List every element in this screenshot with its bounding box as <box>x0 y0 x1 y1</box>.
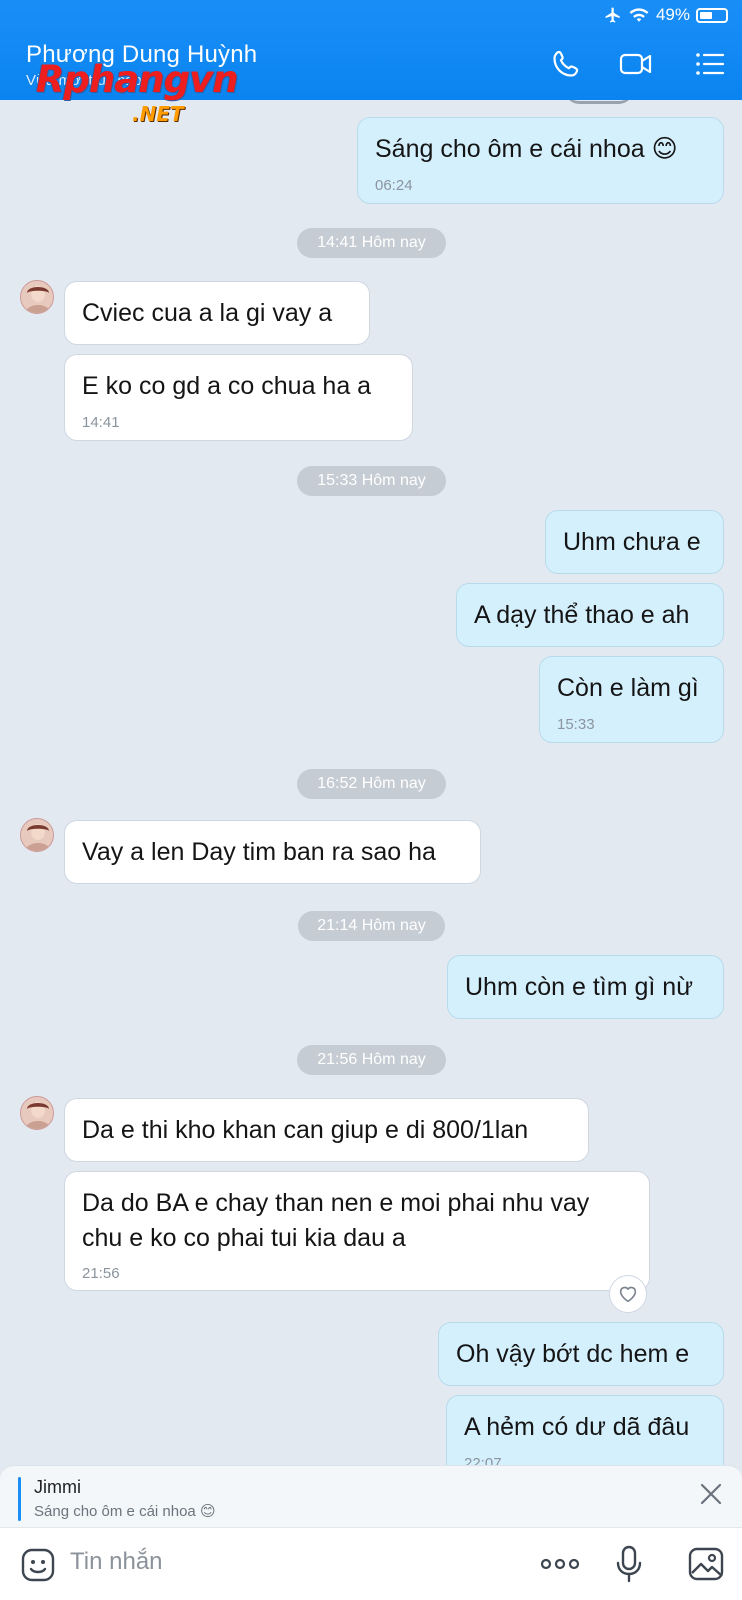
microphone-icon[interactable] <box>615 1544 643 1584</box>
contact-status: Vừa mới truy cập <box>26 72 142 89</box>
message-text: E ko co gd a co chua ha a <box>82 372 372 400</box>
message-text: A dạy thể thao e ah <box>474 601 690 629</box>
message-bubble-incoming[interactable]: Da do BA e chay than nen e moi phai nhu … <box>64 1171 650 1291</box>
message-text: Vay a len Day tim ban ra sao ha <box>82 838 436 866</box>
message-text: A hẻm có dư dã đâu <box>464 1413 690 1441</box>
list-menu-icon[interactable] <box>692 46 728 82</box>
time-separator: 21:14 Hôm nay <box>298 911 445 941</box>
message-text: Cviec cua a la gi vay a <box>82 299 333 327</box>
message-text: Uhm chưa e <box>563 528 701 556</box>
message-composer: Tin nhắn <box>0 1527 742 1600</box>
message-list[interactable]: Sáng cho ôm e cái nhoa 😊 06:24 14:41 Hôm… <box>0 100 742 1465</box>
battery-percentage: 49% <box>655 5 690 24</box>
message-text: Oh vậy bớt dc hem e <box>456 1340 690 1368</box>
message-bubble-incoming[interactable]: Vay a len Day tim ban ra sao ha <box>64 820 481 884</box>
reply-accent-bar <box>18 1477 21 1521</box>
message-bubble-incoming[interactable]: E ko co gd a co chua ha a 14:41 <box>64 354 413 441</box>
previous-message-edge <box>565 100 633 104</box>
message-bubble-incoming[interactable]: Da e thi kho khan can giup e di 800/1lan <box>64 1098 589 1162</box>
message-time: 21:56 <box>82 1265 120 1282</box>
message-text: Da do BA e chay than nen e moi phai nhu … <box>82 1189 590 1252</box>
message-time: 22:07 <box>464 1455 502 1465</box>
message-bubble-outgoing[interactable]: Sáng cho ôm e cái nhoa 😊 06:24 <box>357 117 724 204</box>
message-text: Uhm còn e tìm gì nừ <box>465 973 693 1001</box>
reply-quoted-text: Sáng cho ôm e cái nhoa 😊 <box>34 1503 216 1520</box>
message-bubble-incoming[interactable]: Cviec cua a la gi vay a <box>64 281 370 345</box>
avatar-image <box>21 1097 53 1129</box>
message-text: Sáng cho ôm e cái nhoa 😊 <box>375 135 678 163</box>
message-text: Da e thi kho khan can giup e di 800/1lan <box>82 1116 529 1144</box>
react-button[interactable] <box>609 1275 647 1313</box>
airplane-icon <box>605 7 620 23</box>
time-separator: 15:33 Hôm nay <box>297 466 446 496</box>
phone-icon[interactable] <box>548 46 584 82</box>
avatar[interactable] <box>20 1096 54 1130</box>
chat-header: 49% Phương Dung Huỳnh Vừa mới truy cập <box>0 0 742 100</box>
message-bubble-outgoing[interactable]: A dạy thể thao e ah <box>456 583 724 647</box>
message-bubble-outgoing[interactable]: Oh vậy bớt dc hem e <box>438 1322 724 1386</box>
battery-icon <box>696 7 728 23</box>
reply-preview[interactable]: Jimmi Sáng cho ôm e cái nhoa 😊 <box>0 1465 742 1527</box>
image-icon[interactable] <box>688 1547 724 1581</box>
message-bubble-outgoing[interactable]: Còn e làm gì 15:33 <box>539 656 724 743</box>
reply-sender-name: Jimmi <box>34 1477 81 1497</box>
video-camera-icon[interactable] <box>618 46 654 82</box>
message-time: 06:24 <box>375 177 413 194</box>
more-dots-icon[interactable] <box>540 1554 580 1574</box>
time-separator: 21:56 Hôm nay <box>297 1045 446 1075</box>
time-separator: 16:52 Hôm nay <box>297 769 446 799</box>
close-icon[interactable] <box>698 1481 724 1507</box>
message-time: 15:33 <box>557 716 595 733</box>
message-bubble-outgoing[interactable]: Uhm chưa e <box>545 510 724 574</box>
avatar[interactable] <box>20 280 54 314</box>
heart-icon <box>619 1286 637 1303</box>
avatar-image <box>21 819 53 851</box>
avatar-image <box>21 281 53 313</box>
message-bubble-outgoing[interactable]: Uhm còn e tìm gì nừ <box>447 955 724 1019</box>
avatar[interactable] <box>20 818 54 852</box>
contact-name[interactable]: Phương Dung Huỳnh <box>26 41 257 69</box>
message-text: Còn e làm gì <box>557 674 699 702</box>
message-time: 14:41 <box>82 414 120 431</box>
emoji-icon[interactable] <box>21 1548 55 1582</box>
message-input[interactable]: Tin nhắn <box>70 1548 163 1576</box>
time-separator: 14:41 Hôm nay <box>297 228 446 258</box>
message-bubble-outgoing[interactable]: A hẻm có dư dã đâu 22:07 <box>446 1395 724 1465</box>
status-bar: 49% <box>604 4 728 26</box>
wifi-icon <box>629 8 649 22</box>
